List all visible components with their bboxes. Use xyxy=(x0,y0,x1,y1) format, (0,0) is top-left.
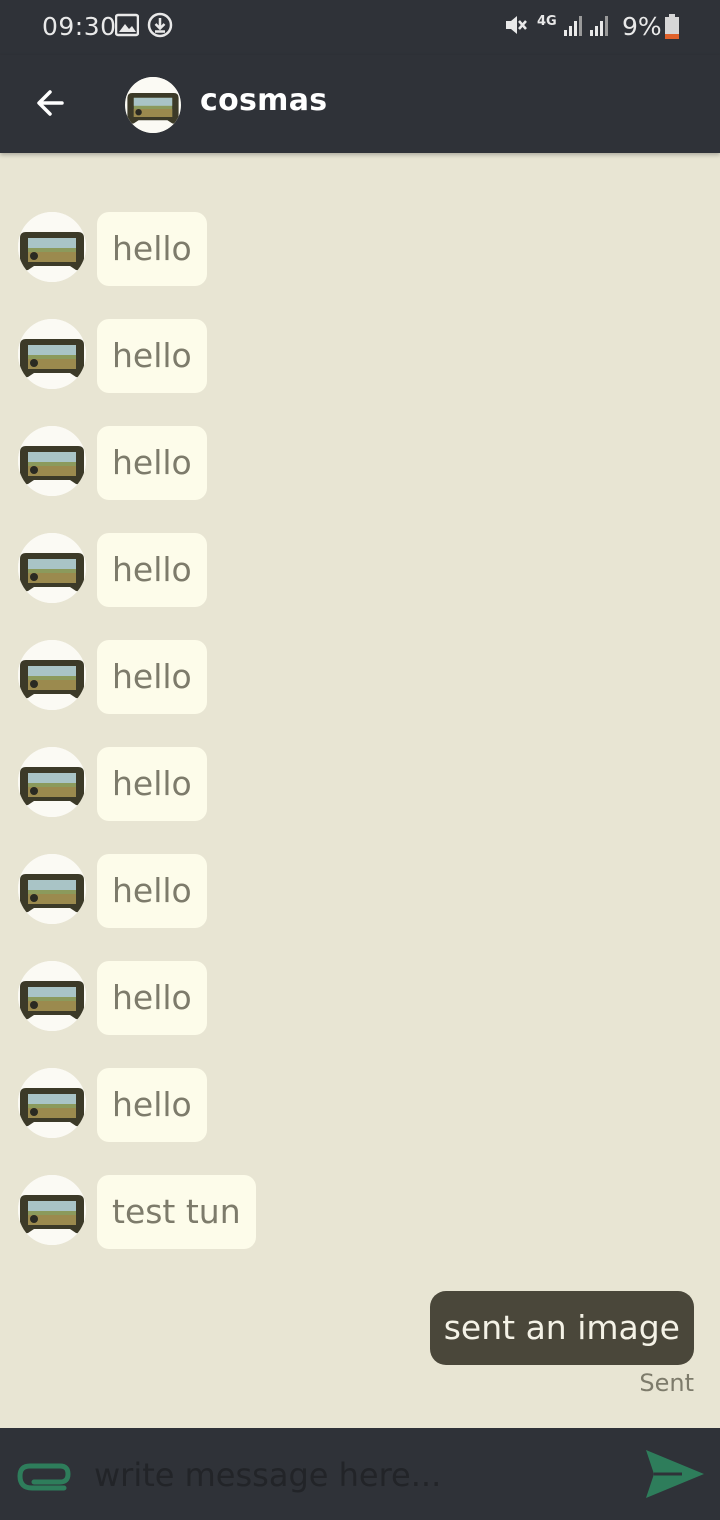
gamepad-image-icon xyxy=(18,640,86,710)
message-row: hello xyxy=(0,961,720,1037)
gamepad-image-icon xyxy=(18,747,86,817)
message-row: test tun xyxy=(0,1175,720,1251)
battery-icon xyxy=(665,14,679,39)
message-row: hello xyxy=(0,319,720,395)
sender-avatar[interactable] xyxy=(18,854,86,924)
gamepad-image-icon xyxy=(18,533,86,603)
status-time: 09:30 xyxy=(42,12,117,41)
message-bubble[interactable]: hello xyxy=(97,426,207,500)
sender-avatar[interactable] xyxy=(18,640,86,710)
message-row: hello xyxy=(0,640,720,716)
sender-avatar[interactable] xyxy=(18,1175,86,1245)
sender-avatar[interactable] xyxy=(18,1068,86,1138)
message-input[interactable] xyxy=(92,1446,626,1504)
contact-avatar[interactable] xyxy=(125,77,181,133)
message-bubble[interactable]: hello xyxy=(97,212,207,286)
outgoing-message-bubble[interactable]: sent an image xyxy=(429,1291,694,1365)
gamepad-image-icon xyxy=(18,1175,86,1245)
send-icon[interactable] xyxy=(642,1446,708,1502)
message-bubble[interactable]: hello xyxy=(97,747,207,821)
gamepad-image-icon xyxy=(18,319,86,389)
message-bubble[interactable]: hello xyxy=(97,640,207,714)
message-bubble[interactable]: hello xyxy=(97,319,207,393)
message-row: hello xyxy=(0,426,720,502)
message-bubble[interactable]: test tun xyxy=(97,1175,256,1249)
attach-icon[interactable] xyxy=(14,1452,78,1496)
message-bubble[interactable]: hello xyxy=(97,1068,207,1142)
gamepad-image-icon xyxy=(18,854,86,924)
message-row: hello xyxy=(0,212,720,288)
gamepad-image-icon xyxy=(125,77,181,133)
message-list[interactable]: hello hello hello hello hello hello hell… xyxy=(0,153,720,1428)
gamepad-image-icon xyxy=(18,426,86,496)
sender-avatar[interactable] xyxy=(18,426,86,496)
sender-avatar[interactable] xyxy=(18,961,86,1031)
message-bubble[interactable]: hello xyxy=(97,854,207,928)
sender-avatar[interactable] xyxy=(18,212,86,282)
status-bar: 09:30 4G 9% xyxy=(0,0,720,55)
contact-name: cosmas xyxy=(200,83,328,118)
mute-icon xyxy=(506,16,527,34)
chat-header: cosmas xyxy=(0,55,720,153)
message-row: hello xyxy=(0,747,720,823)
gamepad-image-icon xyxy=(18,1068,86,1138)
signal-icon xyxy=(564,16,608,36)
sender-avatar[interactable] xyxy=(18,747,86,817)
message-row: hello xyxy=(0,533,720,609)
network-type: 4G xyxy=(537,14,557,29)
gamepad-image-icon xyxy=(18,961,86,1031)
message-row: hello xyxy=(0,1068,720,1144)
back-arrow-icon[interactable] xyxy=(28,81,72,125)
download-icon xyxy=(147,12,173,38)
message-row: hello xyxy=(0,854,720,930)
sender-avatar[interactable] xyxy=(18,319,86,389)
message-status: Sent xyxy=(639,1369,694,1397)
battery-percent: 9% xyxy=(622,12,662,41)
gamepad-image-icon xyxy=(18,212,86,282)
message-bubble[interactable]: hello xyxy=(97,533,207,607)
composer-bar xyxy=(0,1428,720,1520)
sender-avatar[interactable] xyxy=(18,533,86,603)
message-bubble[interactable]: hello xyxy=(97,961,207,1035)
image-icon xyxy=(115,13,139,37)
